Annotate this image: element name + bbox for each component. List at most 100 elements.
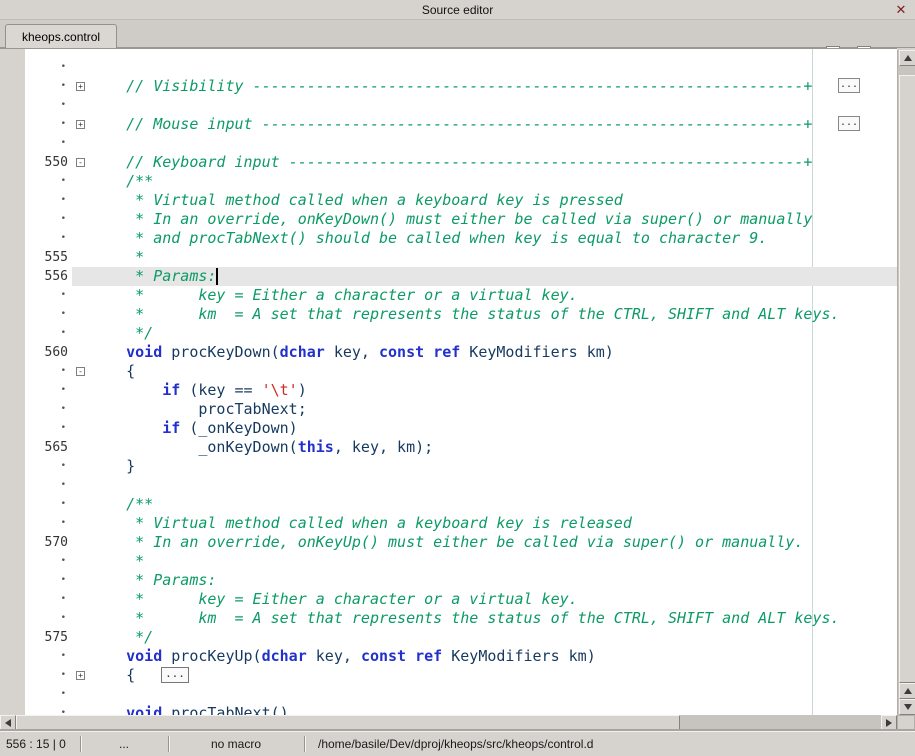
- code-line[interactable]: • void procKeyUp(dchar key, const ref Ke…: [25, 647, 897, 666]
- code-token: *: [90, 552, 144, 570]
- horizontal-scrollbar[interactable]: [0, 715, 897, 731]
- gutter-cell: •: [25, 172, 72, 191]
- fold-margin: [72, 419, 90, 438]
- fold-toggle-icon[interactable]: +: [76, 120, 85, 129]
- fold-margin: [72, 248, 90, 267]
- scroll-up-button[interactable]: [899, 50, 915, 66]
- text-caret: [216, 268, 218, 285]
- code-token: * Virtual method called when a keyboard …: [90, 514, 632, 532]
- code-token: [406, 647, 415, 665]
- code-line[interactable]: 556 * Params:: [25, 267, 897, 286]
- gutter-cell: 575: [25, 628, 72, 647]
- code-area[interactable]: ••+ // Visibility ----------------------…: [25, 49, 897, 716]
- fold-margin: [72, 324, 90, 343]
- code-token: (key ==: [180, 381, 261, 399]
- code-token: {: [90, 362, 135, 380]
- fold-margin: -: [72, 362, 90, 381]
- vertical-scrollbar-thumb[interactable]: [899, 75, 915, 683]
- code-line[interactable]: • if (_onKeyDown): [25, 419, 897, 438]
- collapsed-fold-indicator[interactable]: ...: [838, 78, 860, 93]
- code-line[interactable]: • *: [25, 552, 897, 571]
- code-text: [90, 134, 897, 153]
- code-line[interactable]: • * Virtual method called when a keyboar…: [25, 191, 897, 210]
- scroll-left-button[interactable]: [0, 715, 16, 731]
- code-line[interactable]: • /**: [25, 172, 897, 191]
- code-line[interactable]: •: [25, 96, 897, 115]
- code-line[interactable]: •: [25, 685, 897, 704]
- code-text: * km = A set that represents the status …: [90, 609, 897, 628]
- code-line[interactable]: 560 void procKeyDown(dchar key, const re…: [25, 343, 897, 362]
- code-line[interactable]: • */: [25, 324, 897, 343]
- code-line[interactable]: •: [25, 58, 897, 77]
- gutter-cell: 556: [25, 267, 72, 286]
- vertical-scrollbar[interactable]: [897, 50, 915, 715]
- fold-toggle-icon[interactable]: -: [76, 158, 85, 167]
- fold-margin: [72, 495, 90, 514]
- gutter-cell: 570: [25, 533, 72, 552]
- code-line[interactable]: 555 *: [25, 248, 897, 267]
- code-line[interactable]: •: [25, 476, 897, 495]
- code-line[interactable]: • * and procTabNext() should be called w…: [25, 229, 897, 248]
- code-line[interactable]: • procTabNext;: [25, 400, 897, 419]
- code-line[interactable]: 565 _onKeyDown(this, key, km);: [25, 438, 897, 457]
- scroll-up-button-bottom[interactable]: [899, 683, 915, 699]
- code-line[interactable]: • * key = Either a character or a virtua…: [25, 590, 897, 609]
- fold-toggle-icon[interactable]: -: [76, 367, 85, 376]
- tab-kheops-control[interactable]: kheops.control: [5, 24, 117, 48]
- scroll-left-icon: [5, 719, 11, 727]
- code-token: ): [298, 381, 307, 399]
- code-line[interactable]: •+ // Mouse input ----------------------…: [25, 115, 897, 134]
- gutter-cell: •: [25, 476, 72, 495]
- code-token: if: [162, 419, 180, 437]
- code-text: [90, 58, 897, 77]
- code-text: // Keyboard input ----------------------…: [90, 153, 897, 172]
- code-text: *: [90, 552, 897, 571]
- scroll-down-button[interactable]: [899, 699, 915, 715]
- gutter-cell: 565: [25, 438, 72, 457]
- code-token: [90, 343, 126, 361]
- code-token: '\t': [262, 381, 298, 399]
- caret-position: 556 : 15 | 0: [6, 732, 66, 756]
- code-line[interactable]: • }: [25, 457, 897, 476]
- code-line[interactable]: •: [25, 134, 897, 153]
- fold-margin: [72, 571, 90, 590]
- code-line[interactable]: • * km = A set that represents the statu…: [25, 609, 897, 628]
- code-line[interactable]: 575 */: [25, 628, 897, 647]
- window-titlebar[interactable]: Source editor ✕: [0, 0, 915, 20]
- code-token: * Params:: [90, 571, 216, 589]
- scrollbar-corner: [897, 715, 915, 731]
- fold-toggle-icon[interactable]: +: [76, 82, 85, 91]
- code-token: (_onKeyDown): [180, 419, 297, 437]
- fold-margin: [72, 172, 90, 191]
- code-line[interactable]: 570 * In an override, onKeyUp() must eit…: [25, 533, 897, 552]
- collapsed-fold-indicator[interactable]: ...: [161, 667, 189, 683]
- code-line[interactable]: • /**: [25, 495, 897, 514]
- collapsed-fold-indicator[interactable]: ...: [838, 116, 860, 131]
- code-line[interactable]: •- {: [25, 362, 897, 381]
- code-token: // Mouse input -------------------------…: [90, 115, 812, 133]
- gutter-cell: •: [25, 685, 72, 704]
- gutter-cell: 560: [25, 343, 72, 362]
- fold-toggle-icon[interactable]: +: [76, 671, 85, 680]
- fold-margin: [72, 533, 90, 552]
- code-line[interactable]: • * Params:: [25, 571, 897, 590]
- code-line[interactable]: • * key = Either a character or a virtua…: [25, 286, 897, 305]
- gutter-cell: •: [25, 229, 72, 248]
- code-text: }: [90, 457, 897, 476]
- code-token: [90, 381, 162, 399]
- code-line[interactable]: • * km = A set that represents the statu…: [25, 305, 897, 324]
- horizontal-scrollbar-thumb[interactable]: [16, 715, 680, 731]
- gutter-cell: •: [25, 552, 72, 571]
- code-token: KeyModifiers km): [442, 647, 596, 665]
- code-line[interactable]: •+ // Visibility -----------------------…: [25, 77, 897, 96]
- code-line[interactable]: • * Virtual method called when a keyboar…: [25, 514, 897, 533]
- code-line[interactable]: • * In an override, onKeyDown() must eit…: [25, 210, 897, 229]
- code-token: /**: [90, 172, 153, 190]
- code-line[interactable]: 550- // Keyboard input -----------------…: [25, 153, 897, 172]
- code-token: {: [90, 666, 135, 684]
- code-line[interactable]: • if (key == '\t'): [25, 381, 897, 400]
- close-icon[interactable]: ✕: [893, 1, 909, 18]
- code-line[interactable]: •+ {...: [25, 666, 897, 685]
- scroll-right-button[interactable]: [881, 715, 897, 731]
- code-text: * and procTabNext() should be called whe…: [90, 229, 897, 248]
